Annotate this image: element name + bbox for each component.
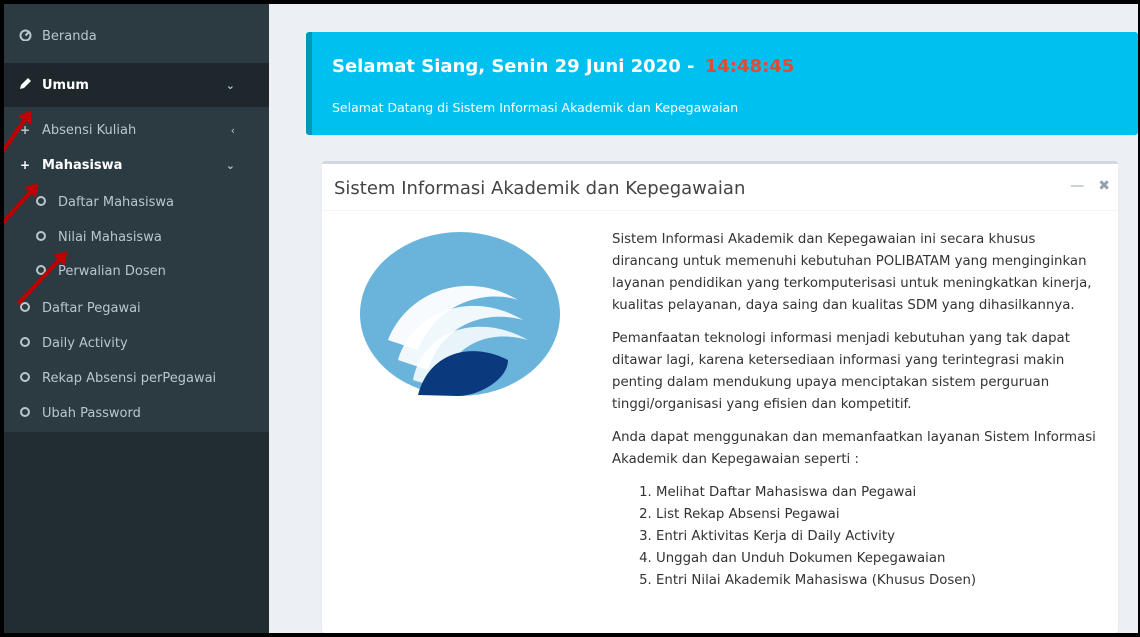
circle-icon [32, 195, 50, 209]
sidebar: Beranda Umum ⌄ + Absensi Kuliah ‹ + Maha… [4, 4, 269, 633]
greeting-text: Selamat Siang, Senin 29 Juni 2020 - [332, 56, 695, 77]
sidebar-item-label: Daftar Mahasiswa [58, 194, 175, 210]
sidebar-item-label: Ubah Password [42, 405, 141, 421]
sidebar-item-nilai-mahasiswa[interactable]: Nilai Mahasiswa [4, 225, 269, 249]
polibatam-logo [360, 232, 560, 396]
sidebar-item-label: Umum [42, 77, 89, 93]
pencil-icon [16, 77, 34, 94]
close-icon[interactable]: ✖ [1098, 178, 1110, 194]
minimize-icon[interactable]: — [1070, 178, 1084, 194]
sidebar-item-label: Nilai Mahasiswa [58, 229, 162, 245]
chevron-left-icon: ‹ [230, 123, 235, 137]
paragraph: Anda dapat menggunakan dan memanfaatkan … [612, 430, 1096, 467]
sidebar-item-daftar-mahasiswa[interactable]: Daftar Mahasiswa [4, 190, 269, 214]
box-title: Sistem Informasi Akademik dan Kepegawaia… [334, 178, 746, 199]
list-item: List Rekap Absensi Pegawai [656, 504, 1102, 526]
circle-icon [16, 371, 34, 385]
sidebar-item-daftar-pegawai[interactable]: Daftar Pegawai [4, 296, 269, 320]
sidebar-item-label: Mahasiswa [42, 157, 123, 173]
circle-icon [16, 336, 34, 350]
sidebar-item-umum[interactable]: Umum ⌄ [4, 63, 269, 107]
welcome-callout: Selamat Siang, Senin 29 Juni 2020 - 14:4… [306, 32, 1138, 135]
sidebar-item-perwalian-dosen[interactable]: Perwalian Dosen [4, 259, 269, 283]
paragraph: Sistem Informasi Akademik dan Kepegawaia… [612, 232, 1092, 313]
list-item: Entri Aktivitas Kerja di Daily Activity [656, 526, 1102, 548]
clock-time: 14:48:45 [704, 56, 795, 77]
chevron-down-icon: ⌄ [225, 158, 235, 172]
sidebar-item-ubah-password[interactable]: Ubah Password [4, 401, 269, 425]
sidebar-item-label: Perwalian Dosen [58, 263, 166, 279]
list-item: Entri Nilai Akademik Mahasiswa (Khusus D… [656, 570, 1102, 592]
sidebar-item-absensi-kuliah[interactable]: + Absensi Kuliah ‹ [4, 118, 269, 142]
list-item: Melihat Daftar Mahasiswa dan Pegawai [656, 482, 1102, 504]
paragraph: Pemanfaatan teknologi informasi menjadi … [612, 331, 1070, 412]
welcome-subtitle: Selamat Datang di Sistem Informasi Akade… [332, 100, 739, 115]
sidebar-item-label: Daily Activity [42, 335, 128, 351]
sidebar-item-label: Absensi Kuliah [42, 122, 137, 138]
sidebar-item-beranda[interactable]: Beranda [16, 26, 281, 46]
plus-icon: + [19, 158, 31, 172]
dashboard-icon [16, 29, 34, 44]
box-tools: — ✖ [1070, 178, 1110, 194]
services-list: Melihat Daftar Mahasiswa dan Pegawai Lis… [656, 482, 1102, 592]
app-frame: Beranda Umum ⌄ + Absensi Kuliah ‹ + Maha… [4, 4, 1138, 633]
greeting-line: Selamat Siang, Senin 29 Juni 2020 - 14:4… [332, 56, 794, 77]
sidebar-item-label: Daftar Pegawai [42, 300, 141, 316]
circle-icon [16, 406, 34, 420]
circle-icon [32, 230, 50, 244]
sidebar-item-label: Rekap Absensi perPegawai [42, 370, 217, 386]
chevron-down-icon: ⌄ [225, 78, 235, 92]
list-item: Unggah dan Unduh Dokumen Kepegawaian [656, 548, 1102, 570]
info-box: Sistem Informasi Akademik dan Kepegawaia… [322, 161, 1118, 633]
description-text: Sistem Informasi Akademik dan Kepegawaia… [612, 229, 1102, 592]
sidebar-item-mahasiswa[interactable]: + Mahasiswa ⌄ [4, 153, 269, 177]
sidebar-item-rekap-absensi[interactable]: Rekap Absensi perPegawai [4, 366, 269, 390]
box-header: Sistem Informasi Akademik dan Kepegawaia… [322, 164, 1118, 211]
sidebar-item-daily-activity[interactable]: Daily Activity [4, 331, 269, 355]
sidebar-item-label: Beranda [42, 28, 97, 44]
